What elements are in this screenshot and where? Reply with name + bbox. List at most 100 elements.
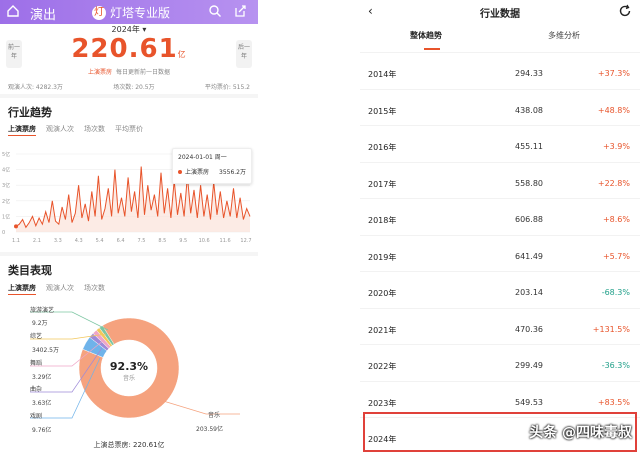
year-row[interactable]: 2014年 294.33 +37.3% (360, 52, 640, 92)
x-tick-label: 3.3 (54, 238, 62, 244)
year-growth: +22.8% (597, 178, 630, 188)
mobile-screen-left: 演出 灯 灯塔专业版 2024年 ▾ 前一年 后一年 220.61亿 上演票房每… (0, 0, 258, 456)
year-row[interactable]: 2021年 470.36 +131.5% (360, 307, 640, 348)
divider (0, 94, 258, 98)
brand-logo-icon: 灯 (92, 5, 106, 20)
home-icon[interactable] (6, 4, 20, 18)
share-icon[interactable] (233, 4, 247, 18)
year-row[interactable]: 2019年 641.49 +5.7% (360, 234, 640, 275)
category-value: 3.63亿 (32, 400, 52, 407)
tab-shows[interactable]: 场次数 (84, 124, 105, 136)
year-label: 2020年 (368, 289, 397, 298)
x-tick-label: 8.5 (158, 238, 166, 244)
brand: 灯 灯塔专业版 (92, 4, 170, 21)
x-tick-label: 12.7 (240, 238, 251, 244)
category-value: 9.76亿 (32, 427, 52, 434)
divider (0, 252, 258, 256)
box-office-value: 220.61 (71, 34, 178, 64)
year-box-office: 294.33 (515, 69, 543, 78)
year-box-office: 455.11 (515, 142, 543, 151)
y-tick-label: 3亿 (2, 182, 10, 189)
year-row[interactable]: 2017年 558.80 +22.8% (360, 161, 640, 202)
stat-avg-price: 平均票价: 515.2 (204, 84, 250, 91)
x-tick-label: 11.6 (220, 238, 231, 244)
leader-line (159, 399, 240, 415)
year-growth: +131.5% (592, 324, 630, 334)
tooltip-series: 上演票房 (185, 169, 210, 176)
refresh-icon[interactable] (618, 4, 632, 18)
x-tick-label: 9.5 (179, 238, 187, 244)
tooltip-date: 2024-01-01 周一 (178, 154, 227, 161)
active-tab-indicator (424, 48, 440, 50)
year-label: 2017年 (368, 179, 397, 189)
category-name: 综艺 (30, 333, 43, 340)
y-tick-label: 0 (2, 230, 5, 236)
year-box-office: 606.88 (515, 215, 543, 224)
year-growth: +37.3% (597, 69, 630, 78)
mobile-screen-right: ‹ 行业数据 整体趋势 多维分析 2014年 294.33 +37.3% 2015年 4… (360, 0, 640, 456)
year-growth: +48.8% (597, 105, 630, 115)
year-row[interactable]: 2016年 455.11 +3.9% (360, 125, 640, 165)
category-tabs: 上演票房 观演人次 场次数 (8, 283, 115, 295)
category-name: 戏剧 (30, 413, 43, 420)
year-label: 2018年 (368, 216, 397, 225)
tab-overall-trend[interactable]: 整体趋势 (410, 30, 442, 41)
page-title: 行业数据 (480, 9, 520, 20)
donut-center-percent: 92.3% (110, 360, 148, 373)
tab-box-office[interactable]: 上演票房 (8, 283, 36, 295)
tooltip-value: 3556.2万 (219, 169, 246, 176)
y-tick-label: 1亿 (2, 213, 10, 220)
box-office-tag: 上演票房 (87, 69, 112, 76)
tab-attendance[interactable]: 观演人次 (46, 283, 74, 295)
category-name: 曲杂 (30, 386, 43, 393)
tab-box-office[interactable]: 上演票房 (8, 124, 36, 136)
year-row[interactable]: 2015年 438.08 +48.8% (360, 88, 640, 129)
x-tick-label: 4.3 (75, 238, 83, 244)
year-row[interactable]: 2018年 606.88 +8.6% (360, 198, 640, 238)
x-tick-label: 2.1 (33, 238, 41, 244)
update-note: 上演票房 每日更新前一日数据 (0, 67, 258, 76)
tab-shows[interactable]: 场次数 (84, 283, 105, 295)
year-growth: -36.3% (601, 361, 630, 370)
year-label: 2022年 (368, 362, 397, 371)
year-box-office: 558.80 (515, 178, 543, 188)
year-label: 2015年 (368, 106, 397, 116)
year-box-office: 299.49 (515, 361, 543, 370)
y-tick-label: 5亿 (2, 151, 10, 158)
y-tick-label: 2亿 (2, 198, 10, 205)
total-box-office: 上演总票房: 220.61亿 (93, 441, 165, 449)
year-box-office: 549.53 (515, 397, 543, 407)
category-title: 类目表现 (8, 264, 52, 277)
trend-title: 行业趋势 (8, 106, 52, 119)
tab-multi-analysis[interactable]: 多维分析 (548, 30, 580, 41)
category-name: 旅游演艺 (30, 307, 55, 314)
x-tick-label: 6.4 (117, 238, 125, 244)
trend-tabs: 上演票房 观演人次 场次数 平均票价 (8, 124, 153, 136)
category-value: 3.29亿 (32, 374, 52, 381)
x-tick-label: 10.6 (199, 238, 210, 244)
year-growth: +5.7% (602, 251, 630, 261)
year-row[interactable]: 2020年 203.14 -68.3% (360, 271, 640, 311)
year-label: 2023年 (368, 398, 397, 408)
search-icon[interactable] (208, 4, 222, 18)
category-name: 音乐 (208, 412, 221, 419)
summary-stats: 观演人次: 4282.3万 场次数: 20.5万 平均票价: 515.2 (0, 82, 258, 91)
year-growth: +3.9% (602, 142, 630, 151)
stat-shows: 场次数: 20.5万 (113, 84, 155, 91)
year-box-office: 470.36 (515, 324, 543, 334)
data-point[interactable] (14, 224, 18, 229)
y-tick-label: 4亿 (2, 167, 10, 174)
app-header: 演出 灯 灯塔专业版 (0, 0, 258, 24)
brand-name: 灯塔专业版 (110, 6, 171, 20)
year-label: 2014年 (368, 70, 397, 79)
update-note-text: 每日更新前一日数据 (116, 69, 171, 76)
x-tick-label: 7.5 (137, 238, 145, 244)
box-office-total: 220.61亿 (0, 34, 258, 64)
chart-tooltip: 2024-01-01 周一 上演票房 3556.2万 (172, 148, 252, 184)
app-title: 演出 (30, 8, 57, 23)
x-tick-label: 1.1 (12, 238, 20, 244)
tab-attendance[interactable]: 观演人次 (46, 124, 74, 136)
tab-avg-price[interactable]: 平均票价 (115, 124, 143, 136)
year-row[interactable]: 2022年 299.49 -36.3% (360, 344, 640, 384)
series-dot-icon (178, 170, 182, 174)
